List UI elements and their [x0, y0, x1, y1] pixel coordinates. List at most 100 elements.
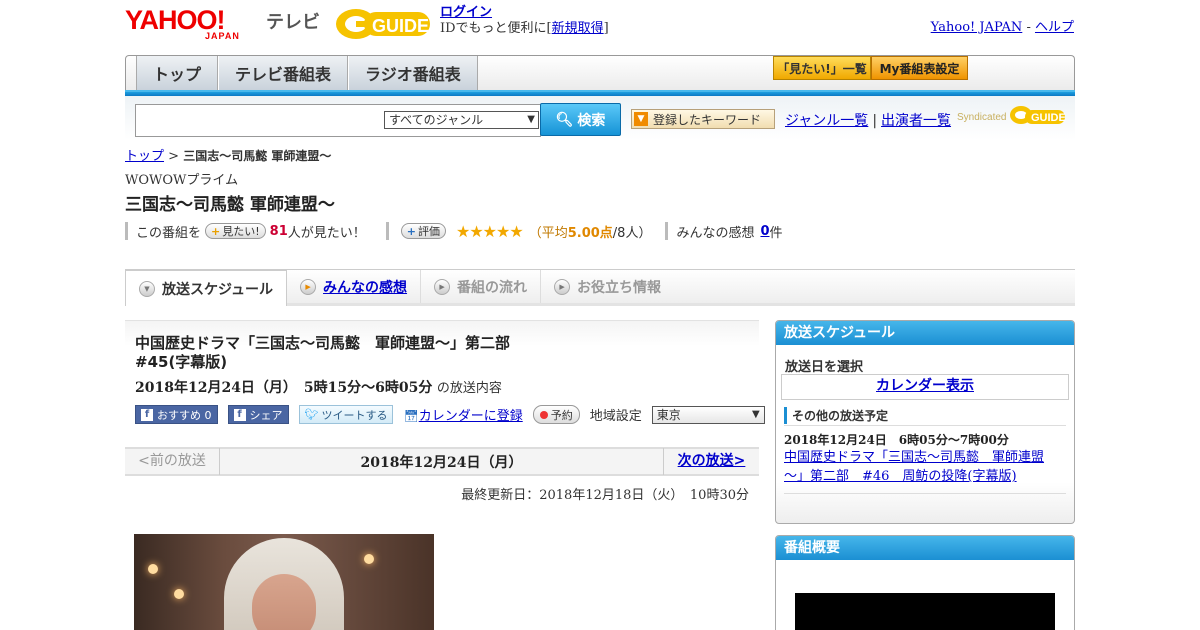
- dropdown-arrow-icon: ▼: [527, 114, 535, 125]
- episode-datetime: 2018年12月24日（月） 5時15分～6時05分 の放送内容: [135, 377, 502, 397]
- program-action-row: この番組を + 見たい! 81 人が見たい！ + 評価 ★★★★★ （平均5.00点…: [125, 220, 783, 242]
- bg-light: [148, 564, 158, 574]
- syndicated-gguide-logo: Syndicated GUIDE: [957, 104, 1067, 128]
- my-schedule-settings-button[interactable]: My番組表設定: [871, 56, 968, 80]
- gguide-small-icon: GUIDE: [1010, 106, 1066, 124]
- signup-link[interactable]: 新規取得: [552, 21, 604, 36]
- select-day-label: 放送日を選択: [785, 360, 864, 375]
- rate-button-label: 評価: [417, 225, 440, 238]
- yahoo-logo[interactable]: YAHOO! JAPAN: [125, 6, 263, 42]
- chevron-right-icon: ▶: [434, 278, 451, 295]
- nav-tab-top[interactable]: トップ: [136, 56, 219, 90]
- nav-tab-tv-schedule[interactable]: テレビ番組表: [218, 56, 349, 90]
- channel-name: WOWOWプライム: [125, 173, 239, 188]
- bg-light: [364, 554, 374, 564]
- facebook-icon: f: [141, 408, 153, 421]
- facebook-share-button[interactable]: f シェア: [227, 405, 289, 424]
- tab-useful-info[interactable]: ▶ お役立ち情報: [541, 270, 674, 303]
- record-dot-icon: [539, 410, 548, 419]
- gguide-logo[interactable]: GUIDE: [334, 6, 434, 42]
- region-select[interactable]: 東京 ▼: [651, 405, 765, 424]
- help-link[interactable]: ヘルプ: [1035, 20, 1074, 35]
- sidebar-schedule: 放送スケジュール 放送日を選択 カレンダー表示 その他の放送予定 2018年12…: [775, 320, 1075, 524]
- tab-label: 放送スケジュール: [162, 281, 274, 298]
- dropdown-arrow-icon: ▼: [752, 408, 760, 420]
- breadcrumb-current: 三国志～司馬懿 軍師連盟～: [183, 149, 332, 163]
- tab-program-flow[interactable]: ▶ 番組の流れ: [421, 270, 542, 303]
- plus-icon: +: [406, 224, 416, 238]
- next-broadcast-link[interactable]: 次の放送>: [678, 453, 746, 469]
- reserve-label: 予約: [550, 408, 573, 422]
- impressions-count-link[interactable]: 0: [760, 224, 769, 239]
- other-broadcasts-header: その他の放送予定: [784, 407, 888, 424]
- episode-title-line2: #45(字幕版): [135, 353, 228, 371]
- episode-title: 中国歴史ドラマ「三国志～司馬懿 軍師連盟～」第二部 #45(字幕版): [135, 334, 510, 372]
- tab-impressions-link[interactable]: みんなの感想: [323, 277, 407, 297]
- twitter-bird-icon: 🐦︎: [304, 408, 319, 421]
- tv-logo[interactable]: テレビ: [266, 8, 320, 34]
- gguide-logo-icon: GUIDE: [336, 9, 430, 39]
- content-tabs: ▼ 放送スケジュール ▶ みんなの感想 ▶ 番組の流れ ▶ お役立ち情報: [125, 269, 1075, 306]
- cast-list-link[interactable]: 出演者一覧: [881, 113, 951, 129]
- face-shape: [252, 574, 316, 630]
- tweet-button[interactable]: 🐦︎ ツイートする: [298, 405, 394, 424]
- reserve-button[interactable]: 予約: [532, 405, 580, 424]
- episode-nav: <前の放送 2018年12月24日（月） 次の放送>: [125, 447, 759, 476]
- next-broadcast-cell: 次の放送>: [663, 448, 759, 475]
- overview-video[interactable]: [795, 593, 1055, 630]
- tab-impressions[interactable]: ▶ みんなの感想: [287, 270, 422, 303]
- genre-links: ジャンル一覧 | 出演者一覧: [785, 110, 951, 130]
- divider: [784, 493, 1066, 494]
- search-button[interactable]: 🔍︎ 検索: [540, 103, 621, 136]
- sidebar-schedule-title: 放送スケジュール: [776, 321, 1074, 345]
- region-select-value: 東京: [656, 407, 681, 422]
- genre-select[interactable]: すべてのジャンル ▼: [384, 111, 539, 129]
- recommend-label: おすすめ 0: [157, 408, 212, 422]
- search-icon: 🔍︎: [555, 111, 574, 128]
- top-links: Yahoo! JAPAN - ヘルプ: [931, 16, 1074, 35]
- syndicated-text: Syndicated: [957, 112, 1007, 123]
- rating-stars: ★★★★★: [455, 221, 524, 241]
- yahoo-japan-link[interactable]: Yahoo! JAPAN: [931, 20, 1023, 35]
- calendar-register-link[interactable]: カレンダーに登録: [419, 409, 523, 424]
- facebook-recommend-button[interactable]: f おすすめ 0: [135, 405, 218, 424]
- rating-average: （平均5.00点/8人）: [529, 222, 652, 241]
- login-promo-text: IDでもっと便利に[: [440, 21, 552, 36]
- episode-nav-date: 2018年12月24日（月）: [360, 454, 523, 471]
- avg-people: /8人）: [612, 225, 652, 241]
- registered-keyword-button[interactable]: ▼ 登録したキーワード: [631, 109, 775, 129]
- mitai-list-button[interactable]: 「見たい!」一覧: [773, 56, 871, 80]
- login-area: ログイン IDでもっと便利に[新規取得]: [440, 5, 609, 37]
- avg-open: （平均: [528, 225, 568, 241]
- genre-select-value: すべてのジャンル: [389, 113, 484, 127]
- login-link[interactable]: ログイン: [440, 5, 492, 20]
- triangle-down-icon: ▼: [634, 112, 648, 126]
- page-title: 三国志～司馬懿 軍師連盟～: [125, 195, 335, 215]
- episode-photo: [134, 534, 434, 630]
- other-broadcast-link[interactable]: 中国歴史ドラマ「三国志～司馬懿 軍師連盟～」第二部 #46 周鲂の投降(字幕版): [784, 450, 1044, 484]
- chevron-right-icon: ▶: [554, 278, 571, 295]
- mitai-button[interactable]: + 見たい!: [205, 223, 266, 239]
- impressions-label: みんなの感想: [676, 225, 755, 241]
- calendar-display-link[interactable]: カレンダー表示: [876, 378, 974, 394]
- facebook-icon: f: [233, 408, 246, 421]
- calendar-display-button[interactable]: カレンダー表示: [781, 374, 1069, 400]
- nav-tab-radio-schedule[interactable]: ラジオ番組表: [348, 56, 478, 90]
- rate-button[interactable]: + 評価: [400, 223, 446, 239]
- mitai-suffix: 人が見たい！: [287, 225, 366, 241]
- tab-broadcast-schedule[interactable]: ▼ 放送スケジュール: [125, 270, 288, 306]
- search-button-label: 検索: [577, 112, 606, 129]
- prev-broadcast-button[interactable]: <前の放送: [125, 448, 220, 475]
- chevron-right-icon: ▶: [300, 278, 317, 295]
- genre-list-link[interactable]: ジャンル一覧: [785, 113, 868, 129]
- breadcrumb-top-link[interactable]: トップ: [125, 149, 164, 164]
- breadcrumb: トップ > 三国志～司馬懿 軍師連盟～: [125, 145, 331, 164]
- signup-bracket: ]: [603, 21, 609, 36]
- calendar-register: 📅︎カレンダーに登録: [403, 405, 522, 424]
- impressions-unit: 件: [769, 225, 783, 241]
- link-separator: |: [872, 113, 878, 129]
- tab-label: お役立ち情報: [577, 279, 662, 296]
- episode-title-line1: 中国歴史ドラマ「三国志～司馬懿 軍師連盟～」第二部: [135, 334, 511, 352]
- divider: [125, 222, 128, 240]
- bg-light: [174, 589, 184, 599]
